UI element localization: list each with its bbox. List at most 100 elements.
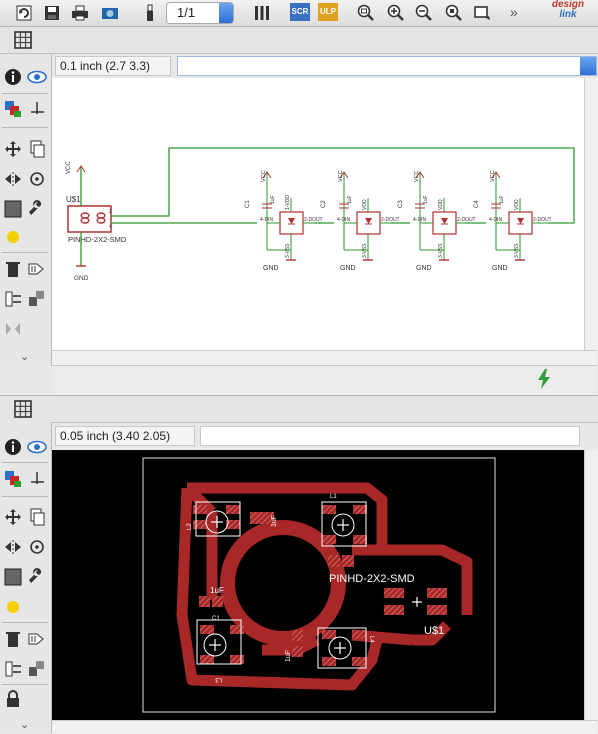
ulp-icon[interactable]: ULP: [318, 3, 338, 21]
save-icon[interactable]: [42, 3, 62, 23]
board-pinswap-icon[interactable]: [2, 658, 24, 680]
zoom-in-icon[interactable]: [386, 3, 406, 23]
vss-label-3: 3-VSS: [438, 243, 444, 258]
zoom-fit-icon[interactable]: [356, 3, 376, 23]
info-icon[interactable]: [2, 66, 24, 88]
mark-origin-icon[interactable]: [26, 98, 48, 120]
usb-icon[interactable]: [140, 3, 160, 23]
board-add-icon[interactable]: [26, 628, 48, 650]
board-led-label-2: L2: [187, 523, 193, 530]
vdd-label-3: VDD: [438, 199, 444, 210]
board-horizontal-scrollbar[interactable]: [52, 720, 597, 734]
replace-icon[interactable]: [26, 288, 48, 310]
vcc-label-1: VCC: [261, 170, 267, 182]
cam-icon[interactable]: [100, 3, 120, 23]
change-icon[interactable]: [26, 198, 48, 220]
delete-icon[interactable]: [2, 258, 24, 280]
sidebar-expand-icon[interactable]: ⌄: [20, 350, 29, 363]
add-icon[interactable]: [26, 258, 48, 280]
page-select[interactable]: 1/1: [166, 2, 234, 24]
board-copy-icon[interactable]: [26, 506, 48, 528]
cap-label-2: C2: [321, 200, 327, 208]
page-select-arrow-icon[interactable]: [219, 3, 233, 23]
vdd-label-1: 1-VDD: [285, 195, 291, 210]
board-sidebar: ⌄: [0, 422, 52, 733]
vcc-label-2: VCC: [338, 170, 344, 182]
board-replace-icon[interactable]: [26, 658, 48, 680]
schematic-command-input[interactable]: [177, 56, 597, 76]
print-icon[interactable]: [70, 3, 90, 23]
grid-icon[interactable]: [14, 31, 32, 49]
paste-icon[interactable]: [2, 226, 24, 248]
board-cap-value-2: 1uF: [271, 515, 278, 527]
schematic-coordinates: 0.1 inch (2.7 3.3): [55, 56, 171, 76]
layer-color-icon[interactable]: [2, 98, 24, 120]
command-history-arrow-icon[interactable]: [580, 57, 596, 75]
board-move-icon[interactable]: [2, 506, 24, 528]
cap-label-4: C4: [474, 200, 480, 208]
gnd-label-4: GND: [492, 265, 508, 272]
board-vertical-scrollbar[interactable]: [584, 450, 598, 720]
din-label-2: 4-DIN: [337, 217, 350, 223]
board-paste-icon[interactable]: [2, 596, 24, 618]
board-mirror-icon[interactable]: [2, 536, 24, 558]
cap-label-3: C3: [398, 200, 404, 208]
group-icon[interactable]: [2, 198, 24, 220]
cap-label-1: C1: [245, 200, 251, 208]
din-label-1: 4-DIN: [260, 217, 273, 223]
copy-icon[interactable]: [26, 138, 48, 160]
undo-icon[interactable]: [14, 3, 34, 23]
board-info-icon[interactable]: [2, 436, 24, 458]
board-header-package: PINHD-2X2-SMD: [329, 573, 415, 585]
pinswap-icon[interactable]: [2, 288, 24, 310]
cap-value-3: 1uF: [423, 195, 429, 204]
din-label-3: 4-DIN: [413, 217, 426, 223]
zoom-out-icon[interactable]: [414, 3, 434, 23]
header-vcc-label: VCC: [66, 161, 72, 174]
cap-value-2: 1uF: [347, 195, 353, 204]
board-led-label-3: L3: [215, 676, 222, 682]
board-mark-origin-icon[interactable]: [26, 468, 48, 490]
header-pin-2: 2: [109, 209, 112, 215]
board-delete-icon[interactable]: [2, 628, 24, 650]
board-grid-icon[interactable]: [14, 400, 32, 418]
din-label-4: 4-DIN: [489, 217, 502, 223]
schematic-vertical-scrollbar[interactable]: [584, 78, 598, 350]
lightning-icon[interactable]: [536, 369, 552, 389]
vcc-label-4: VCC: [490, 170, 496, 182]
board-led-label-4: L4: [368, 636, 374, 643]
header-gnd-label: GND: [74, 275, 89, 282]
redraw-icon[interactable]: [472, 3, 492, 23]
zoom-select-icon[interactable]: [444, 3, 464, 23]
board-canvas[interactable]: PINHD-2X2-SMD U$1 1uF 1uF 1uF C1 L1 L2 L…: [52, 450, 584, 720]
board-sidebar-expand-icon[interactable]: ⌄: [20, 718, 29, 731]
toolbar-overflow[interactable]: »: [510, 4, 518, 20]
lock-icon[interactable]: [2, 688, 24, 710]
header-package-label: PINHD-2X2-SMD: [68, 235, 127, 244]
schematic-sidebar: ⌄: [0, 54, 52, 366]
move-icon[interactable]: [2, 138, 24, 160]
grid-bars-icon[interactable]: [252, 3, 272, 23]
dout-label-1: 2-DOUT: [304, 217, 323, 223]
board-command-input[interactable]: [200, 426, 580, 446]
rotate-icon[interactable]: [26, 168, 48, 190]
board-eye-icon[interactable]: [26, 436, 48, 458]
mirror-icon[interactable]: [2, 168, 24, 190]
vss-label-4: 3-VSS: [514, 243, 520, 258]
dout-label-4: 2-DOUT: [533, 217, 552, 223]
gnd-label-3: GND: [416, 265, 432, 272]
vdd-label-2: VDD: [362, 199, 368, 210]
eye-icon[interactable]: [26, 66, 48, 88]
gateswap-icon[interactable]: [2, 318, 24, 340]
schematic-horizontal-scrollbar[interactable]: [52, 350, 597, 365]
vss-label-1: 3-VSS: [285, 243, 291, 258]
script-icon[interactable]: SCR: [290, 3, 310, 21]
board-led-label-1: L1: [330, 494, 337, 500]
board-cap-value-1: 1uF: [210, 586, 224, 595]
board-rotate-icon[interactable]: [26, 536, 48, 558]
schematic-canvas[interactable]: U$1 PINHD-2X2-SMD 2 4 VCC GND C1 C2 C3 C…: [52, 78, 584, 350]
schematic-grid-bar: [0, 27, 598, 54]
board-layer-color-icon[interactable]: [2, 468, 24, 490]
board-group-icon[interactable]: [2, 566, 24, 588]
board-change-icon[interactable]: [26, 566, 48, 588]
